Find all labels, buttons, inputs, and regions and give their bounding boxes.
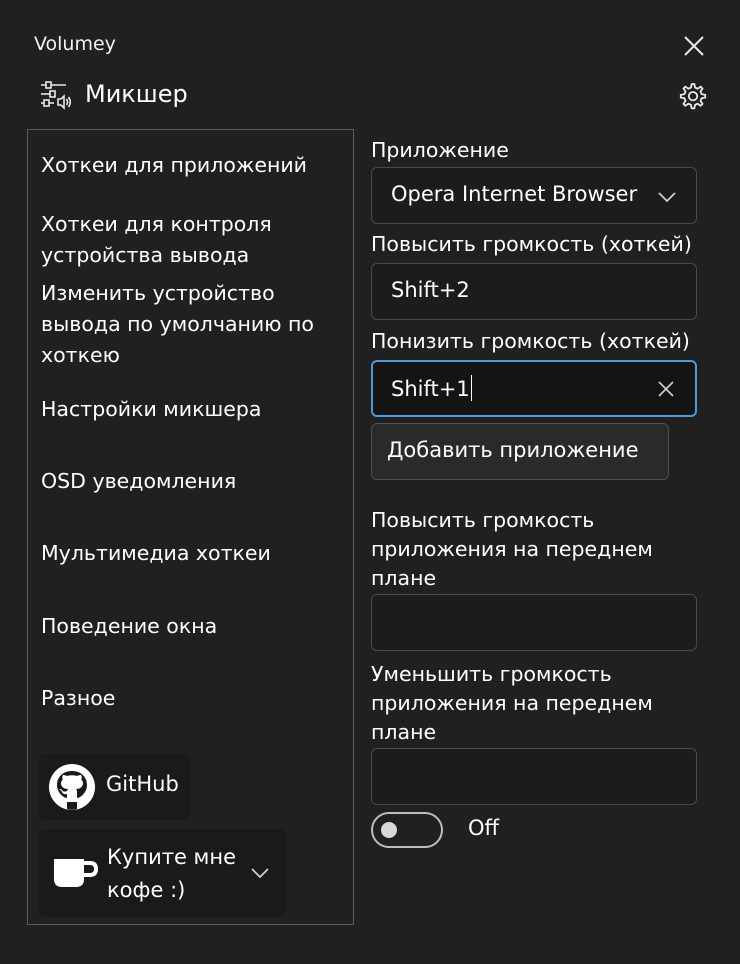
gear-icon (679, 83, 707, 110)
mixer-icon (40, 80, 72, 110)
sidebar: Хоткеи для приложений Хоткеи для контрол… (27, 129, 354, 925)
fg-volume-down-label: Уменьшить громкость приложения на передн… (371, 662, 653, 744)
app-select[interactable]: Opera Internet Browser (371, 167, 697, 224)
close-button[interactable] (682, 34, 706, 58)
volume-down-hotkey-input[interactable]: Shift+1 (371, 360, 697, 417)
add-app-label: Добавить приложение (387, 438, 639, 462)
volume-up-hotkey-input[interactable]: Shift+2 (371, 263, 697, 320)
sidebar-item-misc[interactable]: Разное (41, 683, 341, 714)
window-title: Volumey (34, 33, 116, 55)
sidebar-item-osd[interactable]: OSD уведомления (41, 466, 341, 497)
clear-icon[interactable] (657, 380, 675, 398)
sidebar-item-app-hotkeys[interactable]: Хоткеи для приложений (41, 150, 341, 181)
app-select-value: Opera Internet Browser (391, 182, 638, 206)
toggle-state-label: Off (468, 816, 499, 840)
sidebar-item-media-hotkeys[interactable]: Мультимедиа хоткеи (41, 538, 341, 569)
github-icon (49, 764, 95, 810)
add-app-button[interactable]: Добавить приложение (371, 423, 669, 480)
app-select-label: Приложение (371, 138, 509, 162)
sidebar-item-device-hotkeys[interactable]: Хоткеи для контроля устройства вывода (41, 209, 341, 271)
sidebar-item-window-behavior[interactable]: Поведение окна (41, 611, 341, 642)
github-button[interactable]: GitHub (38, 754, 191, 820)
close-icon (684, 36, 704, 56)
page-title: Микшер (85, 80, 188, 108)
volume-down-hotkey-text: Shift+1 (391, 375, 473, 401)
sidebar-item-mixer-settings[interactable]: Настройки микшера (41, 394, 341, 425)
chevron-down-icon (251, 868, 269, 879)
foreground-toggle[interactable] (371, 812, 443, 848)
toggle-knob (381, 822, 397, 838)
volume-down-label: Понизить громкость (хоткей) (371, 329, 690, 353)
coffee-cup-icon (54, 859, 98, 887)
text-caret (470, 375, 473, 401)
buy-coffee-button[interactable]: Купите мне кофе :) (38, 829, 286, 917)
fg-volume-up-label: Повысить громкость приложения на передне… (371, 508, 653, 590)
github-label: GitHub (106, 772, 179, 796)
settings-button[interactable] (677, 80, 709, 112)
buy-coffee-label: Купите мне кофе :) (107, 845, 237, 902)
volume-down-hotkey-value: Shift+1 (391, 377, 470, 401)
volume-up-label: Повысить громкость (хоткей) (371, 232, 692, 256)
chevron-down-icon (658, 192, 676, 203)
volume-up-hotkey-value: Shift+2 (391, 278, 470, 302)
fg-volume-down-hotkey-input[interactable] (371, 748, 697, 805)
fg-volume-up-hotkey-input[interactable] (371, 594, 697, 651)
sidebar-item-default-device[interactable]: Изменить устройство вывода по умолчанию … (41, 278, 341, 371)
